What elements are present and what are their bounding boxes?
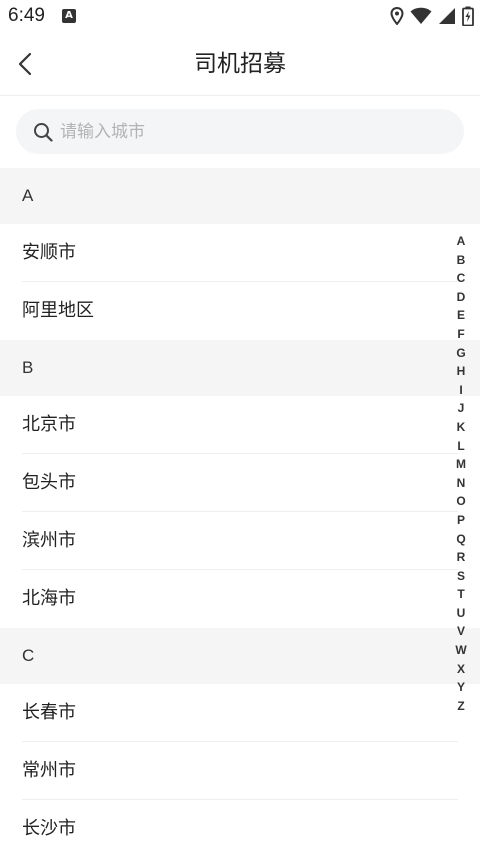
magnifier-icon [32,121,54,143]
index-letter[interactable]: H [453,362,469,381]
section-header-c: C [0,628,480,684]
status-icons [390,6,474,26]
section-header-a: A [0,168,480,224]
index-letter[interactable]: S [453,567,469,586]
search-bar[interactable] [16,109,464,154]
index-letter[interactable]: G [453,344,469,363]
index-letter[interactable]: C [453,269,469,288]
index-letter[interactable]: B [453,251,469,270]
index-letter[interactable]: W [453,641,469,660]
city-item[interactable]: 滨州市 [0,512,480,570]
alphabet-index[interactable]: A B C D E F G H I J K L M N O P Q R S T … [453,232,469,715]
index-letter[interactable]: A [453,232,469,251]
index-letter[interactable]: Q [453,530,469,549]
city-search-input[interactable] [60,109,464,154]
city-list: A 安顺市 阿里地区 B 北京市 包头市 滨州市 北海市 C 长春市 常州市 长… [0,168,480,853]
signal-icon [439,8,455,24]
city-item[interactable]: 长春市 [0,684,480,742]
index-letter[interactable]: I [453,381,469,400]
notification-app-letter: A [65,10,73,21]
index-letter[interactable]: J [453,399,469,418]
status-time: 6:49 [8,5,45,26]
status-bar: 6:49 A [0,0,480,32]
back-button[interactable] [6,44,46,84]
city-item[interactable]: 包头市 [0,454,480,512]
index-letter[interactable]: L [453,437,469,456]
index-letter[interactable]: V [453,622,469,641]
index-letter[interactable]: N [453,474,469,493]
index-letter[interactable]: O [453,492,469,511]
index-letter[interactable]: P [453,511,469,530]
app-header: 司机招募 [0,32,480,96]
city-item[interactable]: 常州市 [0,742,480,800]
screen: 6:49 A 司机招募 请输入城市 A 安顺市 阿里地区 B 北京市 包头市 滨… [0,0,480,853]
location-pin-icon [390,7,404,25]
notification-app-icon: A [62,9,76,23]
index-letter[interactable]: M [453,455,469,474]
section-header-b: B [0,340,480,396]
index-letter[interactable]: E [453,306,469,325]
city-item[interactable]: 长沙市 [0,800,480,853]
index-letter[interactable]: U [453,604,469,623]
battery-charging-icon [462,6,474,26]
index-letter[interactable]: T [453,585,469,604]
page-title: 司机招募 [194,51,286,77]
index-letter[interactable]: K [453,418,469,437]
index-letter[interactable]: Y [453,678,469,697]
chevron-left-icon [18,52,32,76]
city-item[interactable]: 北京市 [0,396,480,454]
index-letter[interactable]: Z [453,697,469,716]
city-item[interactable]: 北海市 [0,570,480,628]
city-item[interactable]: 阿里地区 [0,282,480,340]
wifi-icon [410,7,432,25]
index-letter[interactable]: R [453,548,469,567]
index-letter[interactable]: F [453,325,469,344]
index-letter[interactable]: D [453,288,469,307]
city-item[interactable]: 安顺市 [0,224,480,282]
index-letter[interactable]: X [453,660,469,679]
